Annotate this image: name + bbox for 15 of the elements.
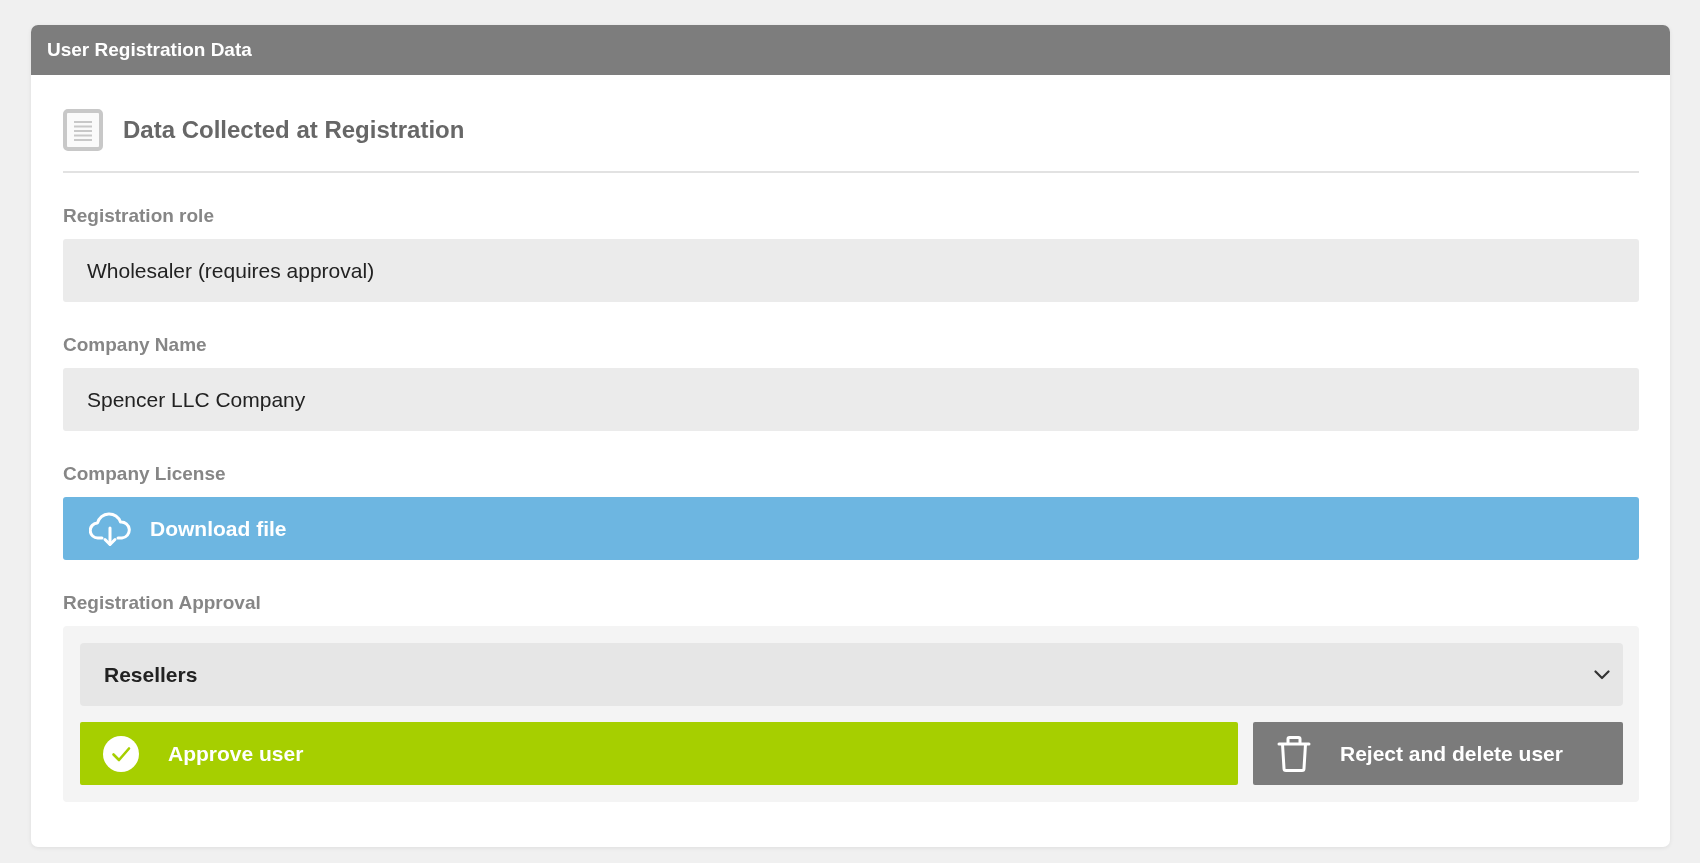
reject-button[interactable]: Reject and delete user [1253, 722, 1623, 785]
field-label: Company License [63, 463, 227, 485]
cloud-download-icon [89, 510, 131, 547]
select-field[interactable]: Resellers [80, 643, 1623, 706]
section-heading: Data Collected at Registration [123, 116, 465, 144]
text-field[interactable]: Wholesaler (requires approval) [63, 239, 1639, 302]
field-label: Registration Approval [63, 592, 262, 614]
text-field[interactable]: Spencer LLC Company [63, 368, 1639, 431]
trash-icon [1277, 735, 1311, 772]
field-label: Company Name [63, 334, 208, 356]
chevron-down-icon [1594, 669, 1610, 680]
field-label: Registration role [63, 205, 215, 227]
panel-title: User Registration Data [31, 25, 1670, 75]
check-circle-icon [103, 735, 139, 772]
document-icon [63, 109, 103, 151]
